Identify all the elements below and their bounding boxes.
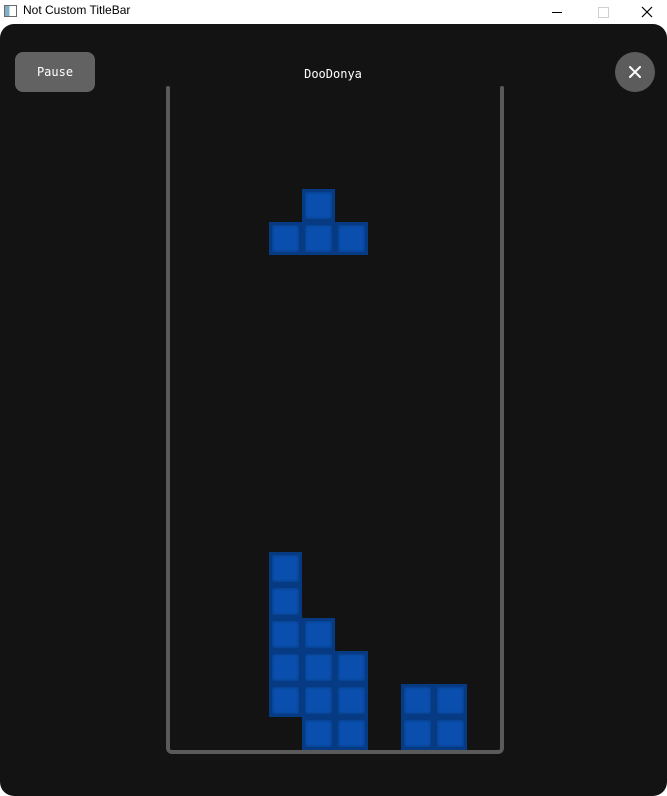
window-close-icon: [641, 6, 653, 18]
settled-block: [401, 684, 434, 717]
active-piece-block: [302, 189, 335, 222]
window-close-button[interactable]: [624, 0, 667, 24]
settled-block: [302, 651, 335, 684]
settled-block: [302, 684, 335, 717]
close-icon: [629, 66, 641, 78]
settled-block: [269, 552, 302, 585]
settled-block: [434, 717, 467, 750]
settled-block: [401, 717, 434, 750]
board-cells: [170, 90, 500, 750]
pause-button[interactable]: Pause: [15, 52, 95, 92]
settled-block: [335, 684, 368, 717]
window-title: Not Custom TitleBar: [23, 3, 131, 17]
settled-block: [302, 618, 335, 651]
active-piece-block: [302, 222, 335, 255]
minimize-icon: [552, 11, 562, 13]
settled-block: [269, 651, 302, 684]
app-icon: [4, 5, 17, 17]
minimize-button[interactable]: [534, 0, 580, 24]
settled-block: [269, 684, 302, 717]
settled-block: [302, 717, 335, 750]
window-titlebar[interactable]: Not Custom TitleBar: [0, 0, 667, 24]
active-piece-block: [269, 222, 302, 255]
settled-block: [269, 618, 302, 651]
close-game-button[interactable]: [615, 52, 655, 92]
maximize-button[interactable]: [580, 0, 626, 24]
maximize-icon: [597, 6, 609, 18]
settled-block: [335, 651, 368, 684]
settled-block: [434, 684, 467, 717]
board-wall-cap-right: [500, 86, 504, 92]
player-name: DooDonya: [304, 67, 362, 81]
active-piece-block: [335, 222, 368, 255]
settled-block: [269, 585, 302, 618]
settled-block: [335, 717, 368, 750]
